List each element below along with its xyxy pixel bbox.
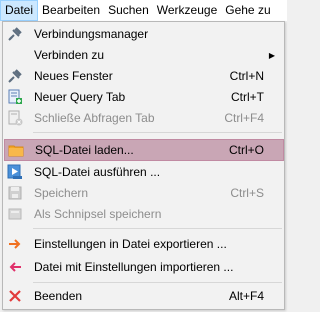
menu-item-label: Als Schnipsel speichern: [34, 207, 162, 221]
menu-item-label: SQL-Datei ausführen ...: [34, 165, 161, 179]
new-tab-icon: [7, 89, 23, 105]
menu-item-shortcut: Ctrl+T: [231, 90, 264, 104]
menu-item-speichern[interactable]: Speichern Ctrl+S: [4, 183, 283, 204]
menu-item-label: Verbindungsmanager: [34, 27, 149, 41]
folder-icon: [8, 142, 24, 158]
menubar-item-gehe-zu[interactable]: Gehe zu: [221, 0, 274, 21]
menubar-item-suchen[interactable]: Suchen: [104, 0, 153, 21]
menu-item-einstellungen-exportieren[interactable]: Einstellungen in Datei exportieren ...: [4, 234, 283, 255]
run-file-icon: [7, 164, 23, 180]
import-arrow-icon: [7, 259, 23, 275]
menu-item-shortcut: Alt+F4: [228, 289, 264, 303]
menu-item-neuer-query-tab[interactable]: Neuer Query Tab Ctrl+T: [4, 87, 283, 108]
menu-item-label: SQL-Datei laden...: [35, 143, 134, 157]
menu-item-verbindungsmanager[interactable]: Verbindungsmanager: [4, 24, 283, 45]
menu-item-shortcut: Ctrl+F4: [224, 111, 264, 125]
menu-item-shortcut: Ctrl+S: [230, 186, 264, 200]
menubar-item-werkzeuge[interactable]: Werkzeuge: [153, 0, 221, 21]
menu-item-label: Neuer Query Tab: [34, 90, 126, 104]
menu-item-label: Datei mit Einstellungen importieren ...: [34, 260, 234, 274]
menu-item-schliesse-abfragen-tab[interactable]: Schließe Abfragen Tab Ctrl+F4: [4, 108, 283, 129]
menu-separator: [33, 132, 282, 133]
menu-item-beenden[interactable]: Beenden Alt+F4: [4, 286, 283, 307]
exit-icon: [7, 288, 23, 304]
menu-item-neues-fenster[interactable]: Neues Fenster Ctrl+N: [4, 66, 283, 87]
menu-separator: [33, 282, 282, 283]
menubar-item-bearbeiten[interactable]: Bearbeiten: [38, 0, 104, 21]
menu-item-label: Beenden: [34, 289, 83, 303]
menu-item-verbinden-zu[interactable]: Verbinden zu ▶: [4, 45, 283, 66]
file-menu-dropdown: Verbindungsmanager Verbinden zu ▶ Neues …: [2, 21, 285, 310]
menu-item-label: Einstellungen in Datei exportieren ...: [34, 237, 227, 251]
menu-item-label: Verbinden zu: [34, 48, 105, 62]
export-arrow-icon: [7, 236, 23, 252]
menubar-item-datei[interactable]: Datei: [0, 0, 39, 21]
plug-icon: [7, 68, 23, 84]
submenu-arrow-icon: ▶: [268, 51, 275, 60]
plug-icon: [7, 26, 23, 42]
save-icon: [7, 185, 23, 201]
menu-item-label: Schließe Abfragen Tab: [34, 111, 155, 125]
menu-item-shortcut: Ctrl+N: [229, 69, 264, 83]
menu-item-als-schnipsel-speichern[interactable]: Als Schnipsel speichern: [4, 204, 283, 225]
close-tab-icon: [7, 110, 23, 126]
menu-item-sql-datei-ausfuehren[interactable]: SQL-Datei ausführen ...: [4, 162, 283, 183]
menu-item-label: Speichern: [34, 186, 89, 200]
menu-item-shortcut: Ctrl+O: [228, 143, 264, 157]
menu-separator: [33, 228, 282, 229]
menu-bar: Datei Bearbeiten Suchen Werkzeuge Gehe z…: [0, 0, 287, 22]
menu-item-label: Neues Fenster: [34, 69, 113, 83]
snippet-icon: [7, 206, 23, 222]
menu-item-sql-datei-laden[interactable]: SQL-Datei laden... Ctrl+O: [4, 139, 284, 161]
menu-item-einstellungen-importieren[interactable]: Datei mit Einstellungen importieren ...: [4, 257, 283, 278]
